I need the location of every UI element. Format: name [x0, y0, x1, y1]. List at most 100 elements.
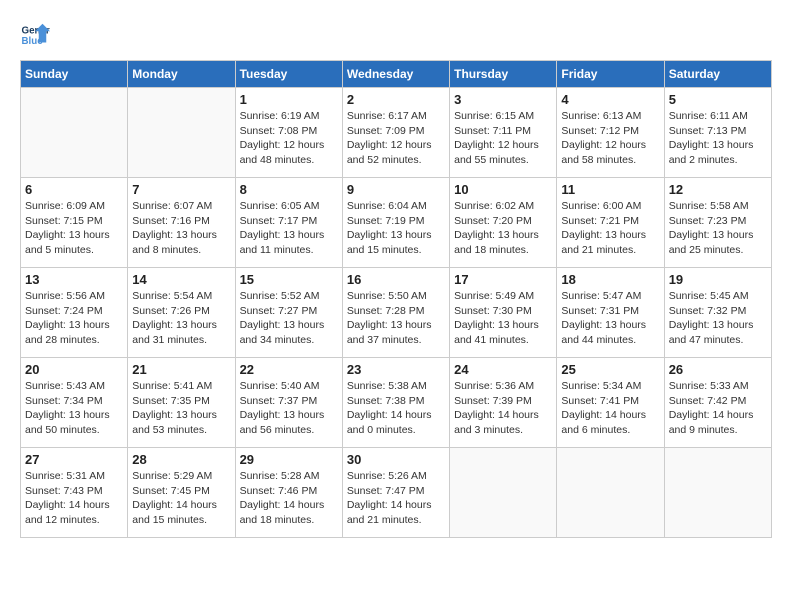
cell-day-number: 27	[25, 452, 123, 467]
calendar-cell: 29 Sunrise: 5:28 AMSunset: 7:46 PMDayligh…	[235, 448, 342, 538]
calendar-cell	[450, 448, 557, 538]
header-monday: Monday	[128, 61, 235, 88]
cell-day-number: 12	[669, 182, 767, 197]
cell-info: Sunrise: 5:38 AMSunset: 7:38 PMDaylight:…	[347, 379, 445, 438]
calendar-cell: 9 Sunrise: 6:04 AMSunset: 7:19 PMDaylight…	[342, 178, 449, 268]
cell-info: Sunrise: 6:02 AMSunset: 7:20 PMDaylight:…	[454, 199, 552, 258]
cell-day-number: 5	[669, 92, 767, 107]
cell-day-number: 2	[347, 92, 445, 107]
calendar-cell: 22 Sunrise: 5:40 AMSunset: 7:37 PMDayligh…	[235, 358, 342, 448]
cell-info: Sunrise: 5:40 AMSunset: 7:37 PMDaylight:…	[240, 379, 338, 438]
cell-day-number: 3	[454, 92, 552, 107]
calendar: SundayMondayTuesdayWednesdayThursdayFrid…	[20, 60, 772, 538]
calendar-header-row: SundayMondayTuesdayWednesdayThursdayFrid…	[21, 61, 772, 88]
calendar-cell: 15 Sunrise: 5:52 AMSunset: 7:27 PMDayligh…	[235, 268, 342, 358]
cell-info: Sunrise: 6:00 AMSunset: 7:21 PMDaylight:…	[561, 199, 659, 258]
calendar-week-2: 13 Sunrise: 5:56 AMSunset: 7:24 PMDayligh…	[21, 268, 772, 358]
calendar-cell: 28 Sunrise: 5:29 AMSunset: 7:45 PMDayligh…	[128, 448, 235, 538]
cell-info: Sunrise: 6:13 AMSunset: 7:12 PMDaylight:…	[561, 109, 659, 168]
cell-info: Sunrise: 5:41 AMSunset: 7:35 PMDaylight:…	[132, 379, 230, 438]
cell-info: Sunrise: 5:43 AMSunset: 7:34 PMDaylight:…	[25, 379, 123, 438]
calendar-cell: 27 Sunrise: 5:31 AMSunset: 7:43 PMDayligh…	[21, 448, 128, 538]
cell-info: Sunrise: 5:33 AMSunset: 7:42 PMDaylight:…	[669, 379, 767, 438]
cell-day-number: 28	[132, 452, 230, 467]
cell-info: Sunrise: 5:29 AMSunset: 7:45 PMDaylight:…	[132, 469, 230, 528]
cell-day-number: 20	[25, 362, 123, 377]
cell-info: Sunrise: 6:09 AMSunset: 7:15 PMDaylight:…	[25, 199, 123, 258]
cell-day-number: 29	[240, 452, 338, 467]
header-tuesday: Tuesday	[235, 61, 342, 88]
calendar-cell: 25 Sunrise: 5:34 AMSunset: 7:41 PMDayligh…	[557, 358, 664, 448]
cell-info: Sunrise: 6:15 AMSunset: 7:11 PMDaylight:…	[454, 109, 552, 168]
calendar-cell: 4 Sunrise: 6:13 AMSunset: 7:12 PMDaylight…	[557, 88, 664, 178]
cell-day-number: 30	[347, 452, 445, 467]
cell-info: Sunrise: 5:36 AMSunset: 7:39 PMDaylight:…	[454, 379, 552, 438]
calendar-cell: 5 Sunrise: 6:11 AMSunset: 7:13 PMDaylight…	[664, 88, 771, 178]
calendar-cell: 6Sunrise: 6:09 AMSunset: 7:15 PMDaylight…	[21, 178, 128, 268]
calendar-cell: 2 Sunrise: 6:17 AMSunset: 7:09 PMDaylight…	[342, 88, 449, 178]
calendar-cell	[128, 88, 235, 178]
cell-info: Sunrise: 6:17 AMSunset: 7:09 PMDaylight:…	[347, 109, 445, 168]
calendar-cell: 16Sunrise: 5:50 AMSunset: 7:28 PMDayligh…	[342, 268, 449, 358]
calendar-cell: 14Sunrise: 5:54 AMSunset: 7:26 PMDayligh…	[128, 268, 235, 358]
calendar-week-0: 1 Sunrise: 6:19 AMSunset: 7:08 PMDaylight…	[21, 88, 772, 178]
calendar-cell: 26 Sunrise: 5:33 AMSunset: 7:42 PMDayligh…	[664, 358, 771, 448]
cell-day-number: 26	[669, 362, 767, 377]
cell-day-number: 24	[454, 362, 552, 377]
calendar-cell: 10 Sunrise: 6:02 AMSunset: 7:20 PMDayligh…	[450, 178, 557, 268]
cell-day-number: 15	[240, 272, 338, 287]
cell-info: Sunrise: 5:34 AMSunset: 7:41 PMDaylight:…	[561, 379, 659, 438]
cell-day-number: 8	[240, 182, 338, 197]
cell-info: Sunrise: 5:56 AMSunset: 7:24 PMDaylight:…	[25, 289, 123, 348]
calendar-cell	[557, 448, 664, 538]
calendar-cell: 19 Sunrise: 5:45 AMSunset: 7:32 PMDayligh…	[664, 268, 771, 358]
cell-day-number: 9	[347, 182, 445, 197]
cell-day-number: 11	[561, 182, 659, 197]
cell-day-number: 10	[454, 182, 552, 197]
cell-day-number: 21	[132, 362, 230, 377]
cell-info: Sunrise: 5:58 AMSunset: 7:23 PMDaylight:…	[669, 199, 767, 258]
cell-day-number: 19	[669, 272, 767, 287]
header-saturday: Saturday	[664, 61, 771, 88]
calendar-week-4: 27 Sunrise: 5:31 AMSunset: 7:43 PMDayligh…	[21, 448, 772, 538]
logo-icon: General Blue	[20, 20, 50, 50]
cell-day-number: 17	[454, 272, 552, 287]
header: General Blue	[20, 20, 772, 50]
cell-info: Sunrise: 6:07 AMSunset: 7:16 PMDaylight:…	[132, 199, 230, 258]
calendar-cell: 23Sunrise: 5:38 AMSunset: 7:38 PMDayligh…	[342, 358, 449, 448]
cell-info: Sunrise: 5:45 AMSunset: 7:32 PMDaylight:…	[669, 289, 767, 348]
header-friday: Friday	[557, 61, 664, 88]
calendar-cell: 12 Sunrise: 5:58 AMSunset: 7:23 PMDayligh…	[664, 178, 771, 268]
cell-day-number: 18	[561, 272, 659, 287]
cell-info: Sunrise: 6:05 AMSunset: 7:17 PMDaylight:…	[240, 199, 338, 258]
calendar-cell: 11 Sunrise: 6:00 AMSunset: 7:21 PMDayligh…	[557, 178, 664, 268]
cell-info: Sunrise: 5:52 AMSunset: 7:27 PMDaylight:…	[240, 289, 338, 348]
calendar-cell: 18 Sunrise: 5:47 AMSunset: 7:31 PMDayligh…	[557, 268, 664, 358]
calendar-cell: 21 Sunrise: 5:41 AMSunset: 7:35 PMDayligh…	[128, 358, 235, 448]
calendar-cell: 24 Sunrise: 5:36 AMSunset: 7:39 PMDayligh…	[450, 358, 557, 448]
cell-day-number: 13	[25, 272, 123, 287]
cell-day-number: 4	[561, 92, 659, 107]
cell-info: Sunrise: 5:28 AMSunset: 7:46 PMDaylight:…	[240, 469, 338, 528]
calendar-cell: 30Sunrise: 5:26 AMSunset: 7:47 PMDayligh…	[342, 448, 449, 538]
calendar-week-3: 20 Sunrise: 5:43 AMSunset: 7:34 PMDayligh…	[21, 358, 772, 448]
calendar-cell: 3 Sunrise: 6:15 AMSunset: 7:11 PMDaylight…	[450, 88, 557, 178]
cell-info: Sunrise: 6:19 AMSunset: 7:08 PMDaylight:…	[240, 109, 338, 168]
cell-info: Sunrise: 5:49 AMSunset: 7:30 PMDaylight:…	[454, 289, 552, 348]
cell-day-number: 25	[561, 362, 659, 377]
cell-info: Sunrise: 5:50 AMSunset: 7:28 PMDaylight:…	[347, 289, 445, 348]
calendar-cell	[664, 448, 771, 538]
logo: General Blue	[20, 20, 54, 50]
calendar-cell: 20 Sunrise: 5:43 AMSunset: 7:34 PMDayligh…	[21, 358, 128, 448]
cell-info: Sunrise: 6:04 AMSunset: 7:19 PMDaylight:…	[347, 199, 445, 258]
cell-day-number: 1	[240, 92, 338, 107]
cell-day-number: 14	[132, 272, 230, 287]
cell-info: Sunrise: 5:47 AMSunset: 7:31 PMDaylight:…	[561, 289, 659, 348]
calendar-cell: 1 Sunrise: 6:19 AMSunset: 7:08 PMDaylight…	[235, 88, 342, 178]
cell-day-number: 22	[240, 362, 338, 377]
calendar-cell: 17 Sunrise: 5:49 AMSunset: 7:30 PMDayligh…	[450, 268, 557, 358]
cell-day-number: 7	[132, 182, 230, 197]
calendar-week-1: 6Sunrise: 6:09 AMSunset: 7:15 PMDaylight…	[21, 178, 772, 268]
cell-info: Sunrise: 6:11 AMSunset: 7:13 PMDaylight:…	[669, 109, 767, 168]
cell-info: Sunrise: 5:31 AMSunset: 7:43 PMDaylight:…	[25, 469, 123, 528]
